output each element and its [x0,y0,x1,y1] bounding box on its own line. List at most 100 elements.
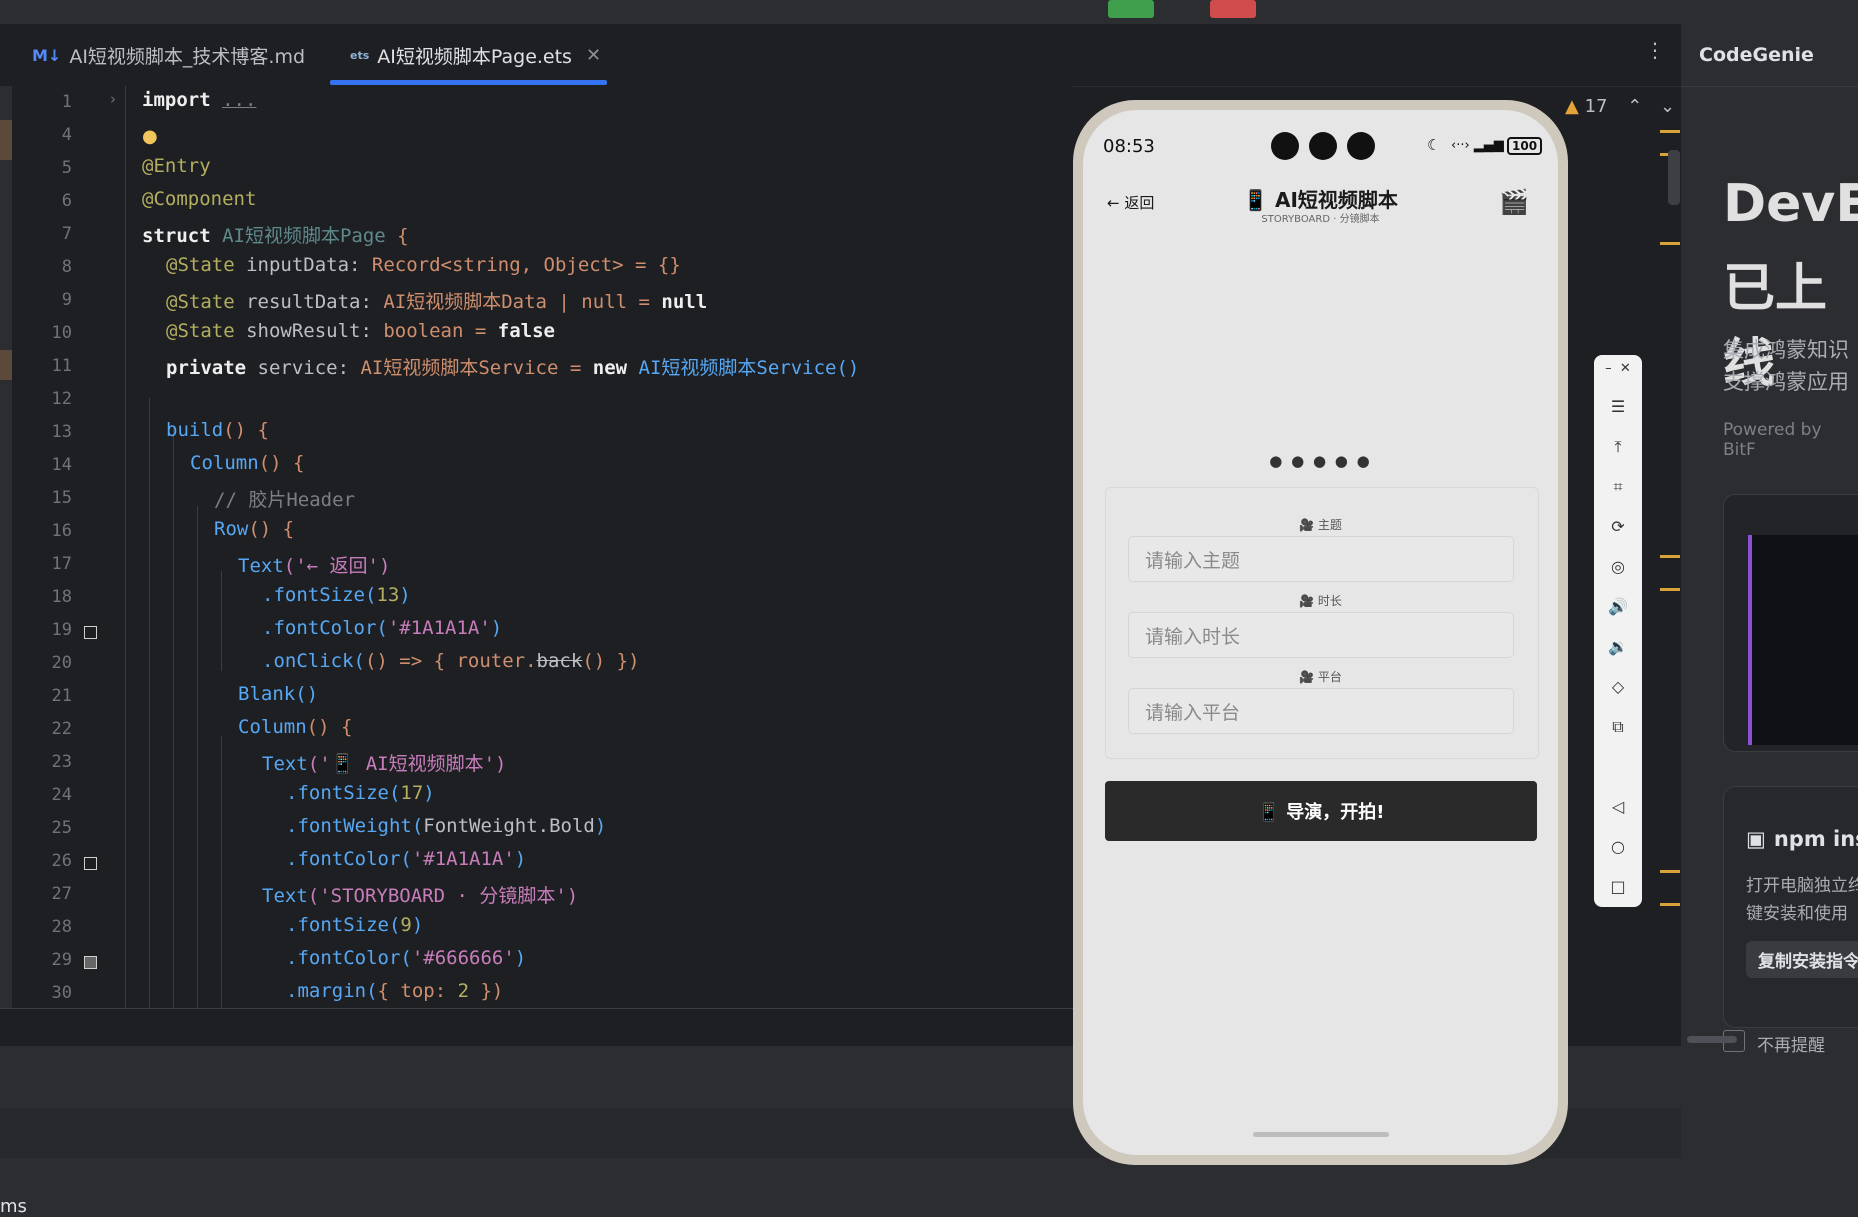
minimize-close-icon[interactable]: – ✕ [1594,361,1642,376]
line-number: 16 [51,521,72,541]
code-line: Text('📱 AI短视频脚本') [262,753,507,775]
copy-install-button[interactable]: 复制安装指令 [1746,941,1858,978]
code-line: struct AI短视频脚本Page { [142,225,409,247]
line-number: 9 [61,290,72,310]
home-indicator[interactable] [1253,1132,1389,1137]
status-time: 08:53 [1103,136,1155,157]
top-toolbar [0,0,1858,24]
code-line: .margin({ top: 2 }) [286,980,504,1002]
fold-icon[interactable]: › [110,90,116,108]
code-line: @State inputData: Record<string, Object>… [166,254,681,276]
shake-icon[interactable]: ◇ [1594,677,1642,696]
code-line: .fontColor('#666666') [286,947,527,969]
no-remind-label: 不再提醒 [1757,1036,1825,1056]
pin-top-icon[interactable]: ⤒ [1594,437,1642,457]
line-number: 14 [51,455,72,475]
editor-tabs: M↓ AI短视频脚本_技术博客.md ets AI短视频脚本Page.ets ✕… [0,24,1681,87]
change-marker [0,120,12,160]
line-number: 4 [61,125,72,145]
stop-button[interactable] [1210,0,1256,18]
scroll-marker [1660,242,1680,245]
npm-desc-1: 打开电脑独立终 [1746,876,1858,896]
line-number: 6 [61,191,72,211]
volume-down-icon[interactable]: 🔉 [1594,637,1642,656]
tab-markdown[interactable]: M↓ AI短视频脚本_技术博客.md [32,24,305,86]
screenshot-icon[interactable]: ⧉ [1594,717,1642,737]
editor-footer [0,1008,1073,1047]
line-number: 19 [51,620,72,640]
scrollbar-thumb[interactable] [1668,150,1680,205]
warnings-indicator[interactable]: ▲ 17 ⌃ ⌄ [1565,96,1675,117]
start-button[interactable]: 📱 导演，开拍! [1105,781,1537,841]
more-icon[interactable]: ⋮ [1645,38,1665,62]
indent-guide [221,571,222,671]
field-label: 🎥 平台 [1299,670,1342,684]
codegenie-panel: CodeGenie DevEc 已上线 集成鸿蒙知识 支撑鸿蒙应用 Powere… [1681,24,1858,1217]
horizontal-scrollbar[interactable] [1687,1036,1737,1043]
duration-input[interactable]: 请输入时长 [1128,612,1514,658]
tab-ets[interactable]: ets AI短视频脚本Page.ets ✕ [350,24,601,86]
indent-guide [197,506,198,1008]
volume-up-icon[interactable]: 🔊 [1594,597,1642,616]
rotate-icon[interactable]: ⟳ [1594,517,1642,536]
lightbulb-icon[interactable]: ● [142,126,158,147]
line-number: 12 [51,389,72,409]
ets-file-icon: ets [350,48,370,62]
code-line: @State resultData: AI短视频脚本Data | null = … [166,291,708,313]
platform-input[interactable]: 请输入平台 [1128,688,1514,734]
line-number: 7 [61,224,72,244]
nav-home-icon[interactable]: ○ [1594,837,1642,856]
battery-icon: 100 [1507,137,1543,155]
nav-back-icon[interactable]: ◁ [1594,797,1642,816]
code-line: Column() { [190,452,305,474]
promo-card[interactable] [1723,494,1858,752]
active-tab-indicator [330,80,607,85]
line-number: 26 [51,851,72,871]
status-text: ms [0,1196,27,1217]
hero-title-1: DevEc [1723,174,1858,234]
chevron-up-icon[interactable]: ⌃ [1627,96,1642,117]
terminal-icon: ▣ [1746,827,1766,851]
signal-icon: ‹··› ▂▄▆ [1451,138,1504,153]
hero-desc-1: 集成鸿蒙知识 [1723,338,1849,362]
tab-label: AI短视频脚本Page.ets [377,45,572,68]
line-number: 28 [51,917,72,937]
code-line: @Entry [142,155,211,177]
left-tool-strip [0,86,12,1046]
location-icon[interactable]: ◎ [1594,557,1642,576]
field-label: 🎥 主题 [1299,518,1342,532]
nav-recent-icon[interactable]: □ [1594,877,1642,896]
code-line: .onClick(() => { router.back() }) [262,650,640,672]
npm-card: ▣npm ins 打开电脑独立终 键安装和使用 复制安装指令 [1723,786,1858,1028]
line-number: 21 [51,686,72,706]
line-number: 20 [51,653,72,673]
close-icon[interactable]: ✕ [586,45,601,66]
code-line: // 胶片Header [214,489,355,511]
scroll-marker [1660,903,1680,906]
topic-input[interactable]: 请输入主题 [1128,536,1514,582]
line-number: 11 [51,356,72,376]
bottom-tool-header [0,1108,1858,1158]
markdown-icon: M↓ [32,45,62,65]
phone-screen: 08:53 ☾ ‹··› ▂▄▆ 100 ← 返回 📱 AI短视频脚本 STOR… [1083,110,1558,1155]
line-number: 18 [51,587,72,607]
clapper-icon: 🎬 [1499,188,1529,216]
warning-count: 17 [1584,96,1608,117]
run-button[interactable] [1108,0,1154,18]
promo-image [1748,535,1858,745]
line-number: 22 [51,719,72,739]
code-editor[interactable]: 1 4 5 6 7 8 9 10 11 12 13 14 15 16 17 18… [12,86,1073,1008]
indent-guide [149,398,150,1008]
color-swatch [84,626,97,639]
field-label: 🎥 时长 [1299,594,1342,608]
menu-icon[interactable]: ☰ [1594,397,1642,416]
warning-icon: ▲ [1565,96,1579,117]
crop-icon[interactable]: ⌗ [1594,477,1642,497]
chevron-down-icon[interactable]: ⌄ [1660,96,1675,117]
emulator-toolbar: – ✕ ☰ ⤒ ⌗ ⟳ ◎ 🔊 🔉 ◇ ⧉ ◁ ○ □ [1594,355,1642,907]
tab-label: AI短视频脚本_技术博客.md [69,45,306,68]
code-line: @State showResult: boolean = false [166,320,555,342]
code-line: .fontSize(13) [262,584,411,606]
scroll-marker [1660,555,1680,558]
line-number: 1 [61,92,72,112]
